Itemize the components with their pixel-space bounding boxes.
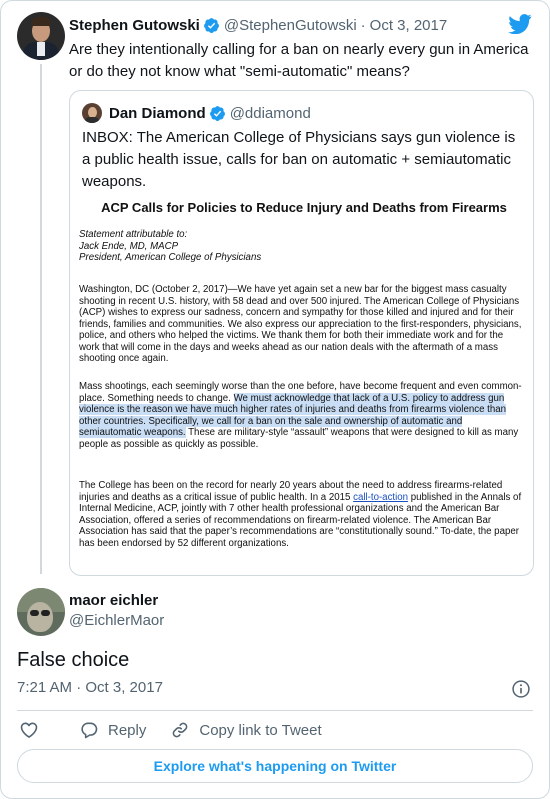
author-handle[interactable]: @StephenGutowski (224, 17, 357, 34)
like-button[interactable] (19, 720, 48, 740)
quoted-tweet-card[interactable]: Dan Diamond @ddiamond INBOX: The America… (69, 90, 534, 576)
quoted-author-name: Dan Diamond (109, 104, 206, 122)
explore-twitter-button[interactable]: Explore what's happening on Twitter (17, 749, 533, 783)
reply-tweet-text: False choice (17, 649, 130, 671)
tweet-date[interactable]: Oct 3, 2017 (370, 17, 448, 34)
document-title: ACP Calls for Policies to Reduce Injury … (101, 200, 507, 215)
twitter-bird-icon[interactable] (508, 14, 532, 34)
parent-tweet-text: Are they intentionally calling for a ban… (69, 41, 529, 80)
document-paragraph-3: The College has been on the record for n… (79, 480, 524, 549)
verified-badge-icon (209, 105, 225, 121)
info-icon[interactable] (511, 679, 531, 699)
dot-separator: · (360, 16, 366, 34)
quoted-tweet-text: INBOX: The American College of Physician… (82, 129, 516, 190)
action-divider (17, 710, 533, 711)
statement-line: Statement attributable to: (79, 229, 188, 240)
thread-connector-line (40, 64, 42, 574)
reply-label: Reply (108, 721, 147, 739)
verified-badge-icon (203, 17, 219, 33)
copy-link-label: Copy link to Tweet (199, 721, 322, 739)
parent-tweet-header: Stephen Gutowski @StephenGutowski · Oct … (69, 15, 447, 35)
press-release-image[interactable]: ACP Calls for Policies to Reduce Injury … (79, 198, 524, 568)
avatar-stephen-gutowski[interactable] (17, 12, 65, 60)
call-to-action-link: call-to-action (353, 491, 409, 503)
reply-timestamp[interactable]: 7:21 AM · Oct 3, 2017 (17, 679, 163, 696)
speech-bubble-icon (81, 722, 98, 739)
document-paragraph-1: Washington, DC (October 2, 2017)—We have… (79, 284, 522, 364)
avatar-dan-diamond (82, 103, 102, 123)
document-statement-attribution: Statement attributable to: Jack Ende, MD… (79, 229, 519, 264)
author-name[interactable]: Stephen Gutowski (69, 17, 200, 34)
quoted-tweet-header: Dan Diamond @ddiamond (82, 102, 311, 124)
heart-icon (20, 722, 38, 738)
reply-author-handle[interactable]: @EichlerMaor (69, 612, 164, 629)
document-paragraph-2: Mass shootings, each seemingly worse tha… (79, 381, 524, 450)
copy-link-button[interactable]: Copy link to Tweet (170, 720, 322, 740)
reply-button[interactable]: Reply (79, 720, 146, 740)
reply-author-name[interactable]: maor eichler (69, 592, 158, 609)
tweet-actions-bar: Reply Copy link to Tweet (19, 719, 322, 741)
quoted-author-handle: @ddiamond (229, 104, 311, 122)
link-icon (173, 722, 188, 738)
statement-line: President, American College of Physician… (79, 252, 262, 263)
statement-line: Jack Ende, MD, MACP (79, 240, 179, 252)
avatar-maor-eichler[interactable] (17, 588, 65, 636)
